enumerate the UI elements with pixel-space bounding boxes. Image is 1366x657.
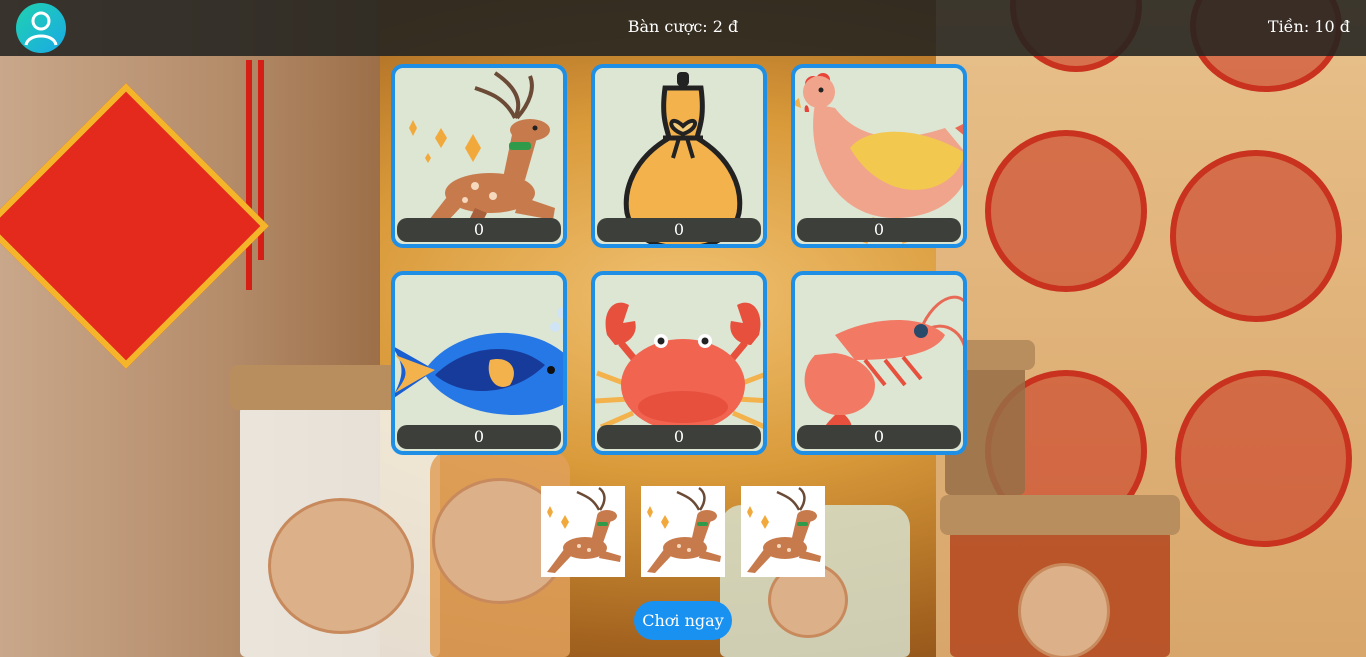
zodiac-medal-rooster-2 (1175, 370, 1352, 547)
card-count: 0 (397, 218, 561, 242)
card-shrimp[interactable]: 0 (791, 271, 967, 455)
deer-icon (547, 486, 621, 573)
top-bar: Bàn cược: 2 đ Tiền: 10 đ (0, 0, 1366, 56)
zodiac-medal-rooster (1170, 150, 1342, 322)
zodiac-medal-crab (985, 130, 1147, 292)
money-balance: Tiền: 10 đ (1267, 17, 1350, 36)
card-count: 0 (797, 425, 961, 449)
result-die-3 (741, 486, 825, 577)
card-chicken[interactable]: 0 (791, 64, 967, 248)
red-ribbon (246, 60, 252, 290)
result-die-2 (641, 486, 725, 577)
jar-left-label (268, 498, 414, 634)
card-count: 0 (597, 425, 761, 449)
card-crab[interactable]: 0 (591, 271, 767, 455)
play-now-button[interactable]: Chơi ngay (634, 601, 732, 640)
card-count: 0 (397, 425, 561, 449)
tet-decoration (0, 83, 269, 435)
card-fish[interactable]: 0 (391, 271, 567, 455)
jar-right-label (1018, 563, 1110, 657)
result-die-1 (541, 486, 625, 577)
bet-amount: Bàn cược: 2 đ (627, 17, 739, 36)
card-deer[interactable]: 0 (391, 64, 567, 248)
deer-icon (747, 486, 821, 573)
deer-icon (647, 486, 721, 573)
card-count: 0 (797, 218, 961, 242)
card-gourd[interactable]: 0 (591, 64, 767, 248)
card-count: 0 (597, 218, 761, 242)
jar-right-lid (940, 495, 1180, 535)
